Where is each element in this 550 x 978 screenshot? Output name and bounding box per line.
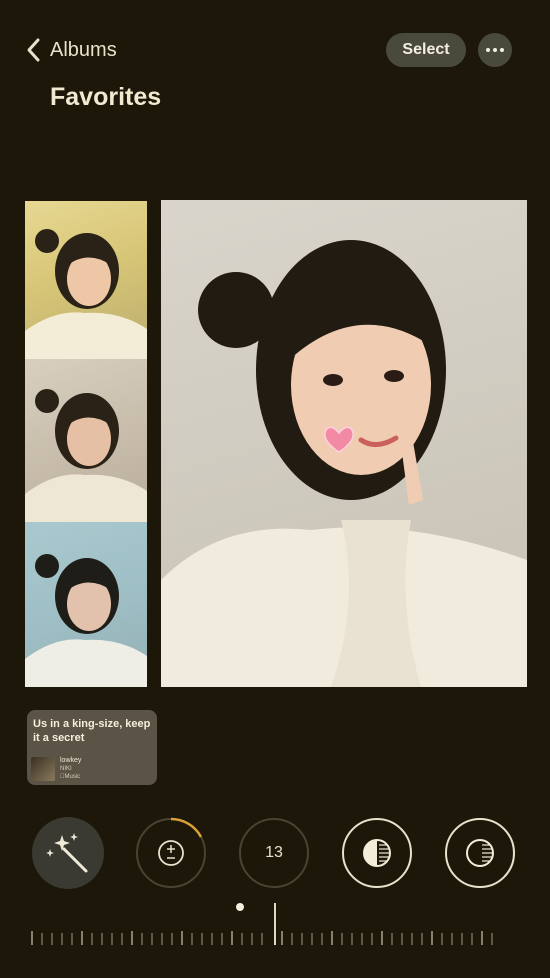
music-lyric: Us in a king-size, keep it a secret bbox=[33, 718, 151, 744]
portrait-image bbox=[25, 554, 147, 687]
shadows-button[interactable] bbox=[444, 817, 516, 889]
main-photo[interactable] bbox=[161, 200, 527, 687]
chevron-left-icon bbox=[27, 38, 40, 62]
slider-zero-indicator bbox=[236, 903, 244, 911]
song-title: lowkey bbox=[60, 757, 82, 764]
music-service: Music bbox=[60, 774, 80, 780]
ellipsis-icon bbox=[486, 48, 490, 52]
back-button[interactable]: Albums bbox=[24, 34, 117, 66]
music-info: lowkey NIKI Music bbox=[60, 757, 81, 781]
more-options-button[interactable] bbox=[478, 33, 512, 67]
back-label: Albums bbox=[50, 38, 117, 61]
select-button[interactable]: Select bbox=[386, 33, 466, 67]
ellipsis-dot bbox=[493, 48, 497, 52]
photo-thumbnail-2[interactable] bbox=[25, 359, 147, 522]
half-circle-icon bbox=[342, 818, 412, 888]
artist-name: NIKI bbox=[60, 766, 72, 772]
music-meta: lowkey NIKI Music bbox=[31, 757, 81, 781]
exposure-ring bbox=[136, 817, 206, 888]
music-card[interactable]: Us in a king-size, keep it a secret lowk… bbox=[27, 710, 157, 785]
photo-thumbnail-1[interactable] bbox=[25, 201, 147, 359]
portrait-image bbox=[25, 229, 147, 359]
ellipsis-dot bbox=[500, 48, 504, 52]
slider-scale bbox=[31, 903, 493, 945]
highlights-button[interactable] bbox=[341, 817, 413, 889]
portrait-image bbox=[25, 389, 147, 522]
brilliance-button[interactable]: 13 bbox=[238, 817, 310, 889]
album-art bbox=[31, 757, 55, 781]
page-title: Favorites bbox=[50, 83, 162, 111]
adjustment-slider[interactable] bbox=[0, 895, 550, 955]
half-circle-icon bbox=[445, 818, 515, 888]
photo-thumbnail-3[interactable] bbox=[25, 522, 147, 687]
brilliance-value: 13 bbox=[265, 844, 283, 861]
exposure-button[interactable] bbox=[135, 817, 207, 889]
heart-sticker-icon bbox=[324, 426, 354, 453]
auto-enhance-button[interactable] bbox=[32, 817, 104, 889]
magic-wand-icon bbox=[46, 833, 88, 873]
